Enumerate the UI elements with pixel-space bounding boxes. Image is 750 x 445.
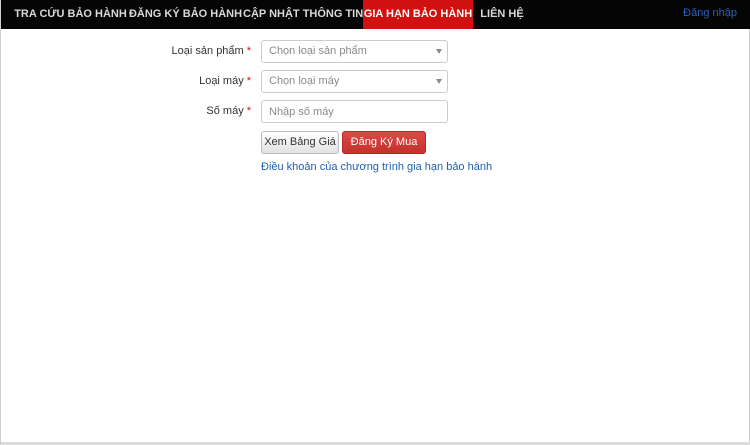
machine-type-select[interactable]: Chọn loại máy xyxy=(261,70,448,93)
product-type-selected-value: Chọn loại sản phẩm xyxy=(269,45,367,57)
serial-number-label: Số máy * xyxy=(206,100,251,124)
required-mark: * xyxy=(246,105,251,117)
chevron-down-icon xyxy=(436,49,442,54)
machine-type-label-text: Loại máy xyxy=(199,75,244,87)
extension-terms-link[interactable]: Điều khoản của chương trình gia hạn bảo … xyxy=(261,161,492,173)
chevron-down-icon xyxy=(436,79,442,84)
product-type-label-text: Loại sản phẩm xyxy=(171,45,244,57)
login-link[interactable]: Đăng nhập xyxy=(683,0,737,29)
required-mark: * xyxy=(246,75,251,87)
serial-number-label-text: Số máy xyxy=(206,105,244,117)
product-type-label: Loại sản phẩm * xyxy=(172,40,251,64)
serial-number-row: Số máy * xyxy=(1,100,750,124)
nav-tab-warranty-extension[interactable]: GIA HẠN BẢO HÀNH xyxy=(363,0,473,29)
nav-tab-update-info[interactable]: CẬP NHẬT THÔNG TIN xyxy=(243,0,363,29)
nav-tab-warranty-lookup[interactable]: TRA CỨU BẢO HÀNH xyxy=(13,0,128,29)
top-navbar: TRA CỨU BẢO HÀNH ĐĂNG KÝ BẢO HÀNH CẬP NH… xyxy=(1,0,750,29)
serial-number-input[interactable] xyxy=(261,100,448,123)
nav-tab-warranty-registration[interactable]: ĐĂNG KÝ BẢO HÀNH xyxy=(128,0,243,29)
view-price-list-button[interactable]: Xem Bảng Giá xyxy=(261,131,339,154)
machine-type-selected-value: Chọn loại máy xyxy=(269,75,340,87)
product-type-row: Loại sản phẩm * Chọn loại sản phẩm xyxy=(1,40,750,64)
product-type-select[interactable]: Chọn loại sản phẩm xyxy=(261,40,448,63)
required-mark: * xyxy=(246,45,251,57)
machine-type-label: Loại máy * xyxy=(199,70,251,94)
machine-type-row: Loại máy * Chọn loại máy xyxy=(1,70,750,94)
nav-tab-contact[interactable]: LIÊN HỆ xyxy=(473,0,531,29)
register-purchase-button[interactable]: Đăng Ký Mua xyxy=(342,131,426,154)
